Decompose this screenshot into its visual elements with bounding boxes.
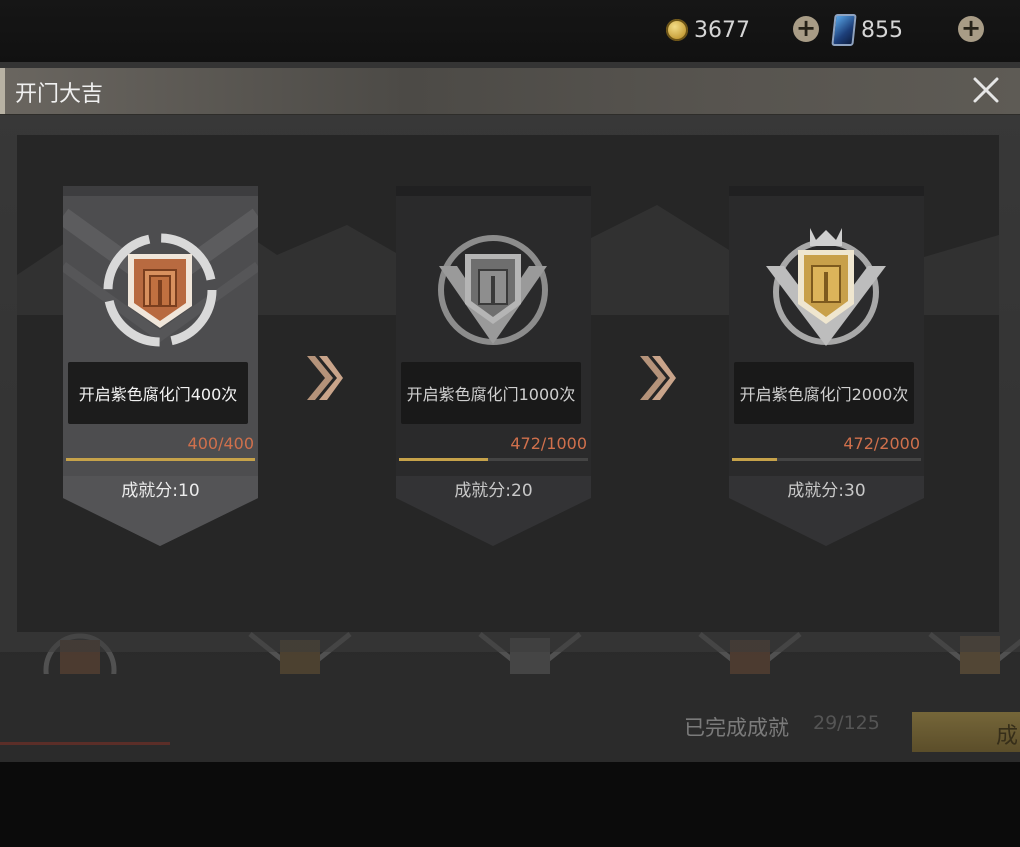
achievement-popup: 开门大吉 开启紫色腐化门400次 400/400 成就分:10 开启紫色腐化门1… — [0, 68, 1020, 652]
add-card-plus-icon[interactable]: + — [958, 16, 984, 42]
silver-door-badge-icon — [438, 235, 548, 345]
progress-fill — [66, 458, 255, 461]
achievement-progress-text: 472/2000 — [843, 434, 920, 453]
achievement-description: 开启紫色腐化门1000次 — [401, 362, 581, 424]
achievement-progress-text: 400/400 — [187, 434, 254, 453]
gold-currency: 3677 — [666, 14, 750, 46]
card-icon — [831, 14, 857, 46]
achievement-progress-bar — [399, 458, 588, 461]
achievement-card[interactable]: 开启紫色腐化门400次 400/400 成就分:10 — [63, 186, 258, 556]
progress-fill — [732, 458, 777, 461]
bronze-door-badge-icon — [103, 233, 217, 347]
card-amount: 855 — [861, 17, 903, 43]
gold-coin-icon — [666, 19, 688, 41]
achievement-card[interactable]: 开启紫色腐化门2000次 472/2000 成就分:30 — [729, 186, 924, 556]
achievement-description: 开启紫色腐化门2000次 — [734, 362, 914, 424]
gold-amount: 3677 — [694, 17, 750, 43]
achievement-score: 成就分:10 — [121, 481, 200, 501]
background-button-label: 成 — [995, 724, 1018, 749]
achievement-score: 成就分:20 — [454, 481, 533, 501]
completed-achievements-label: 已完成成就 — [684, 716, 789, 740]
achievement-card[interactable]: 开启紫色腐化门1000次 472/1000 成就分:20 — [396, 186, 591, 556]
header-accent — [0, 68, 5, 114]
progress-fill — [399, 458, 489, 461]
popup-header: 开门大吉 — [0, 68, 1020, 115]
achievement-description: 开启紫色腐化门400次 — [68, 362, 248, 424]
add-gold-plus-icon[interactable]: + — [793, 16, 819, 42]
card-currency: 855 — [831, 14, 903, 46]
background-button[interactable]: 成 — [912, 712, 1020, 752]
achievement-progress-bar — [732, 458, 921, 461]
background-divider — [0, 742, 170, 745]
achievement-progress-bar — [66, 458, 255, 461]
completed-achievements-count: 29/125 — [813, 712, 880, 734]
gold-door-badge-icon — [766, 228, 886, 346]
popup-title: 开门大吉 — [15, 82, 104, 107]
close-icon[interactable] — [970, 74, 1002, 106]
double-chevron-right-icon — [640, 356, 676, 400]
achievement-progress-text: 472/1000 — [510, 434, 587, 453]
achievement-score: 成就分:30 — [787, 481, 866, 501]
double-chevron-right-icon — [307, 356, 343, 400]
currency-bar: 3677 + 855 + — [0, 0, 1020, 62]
